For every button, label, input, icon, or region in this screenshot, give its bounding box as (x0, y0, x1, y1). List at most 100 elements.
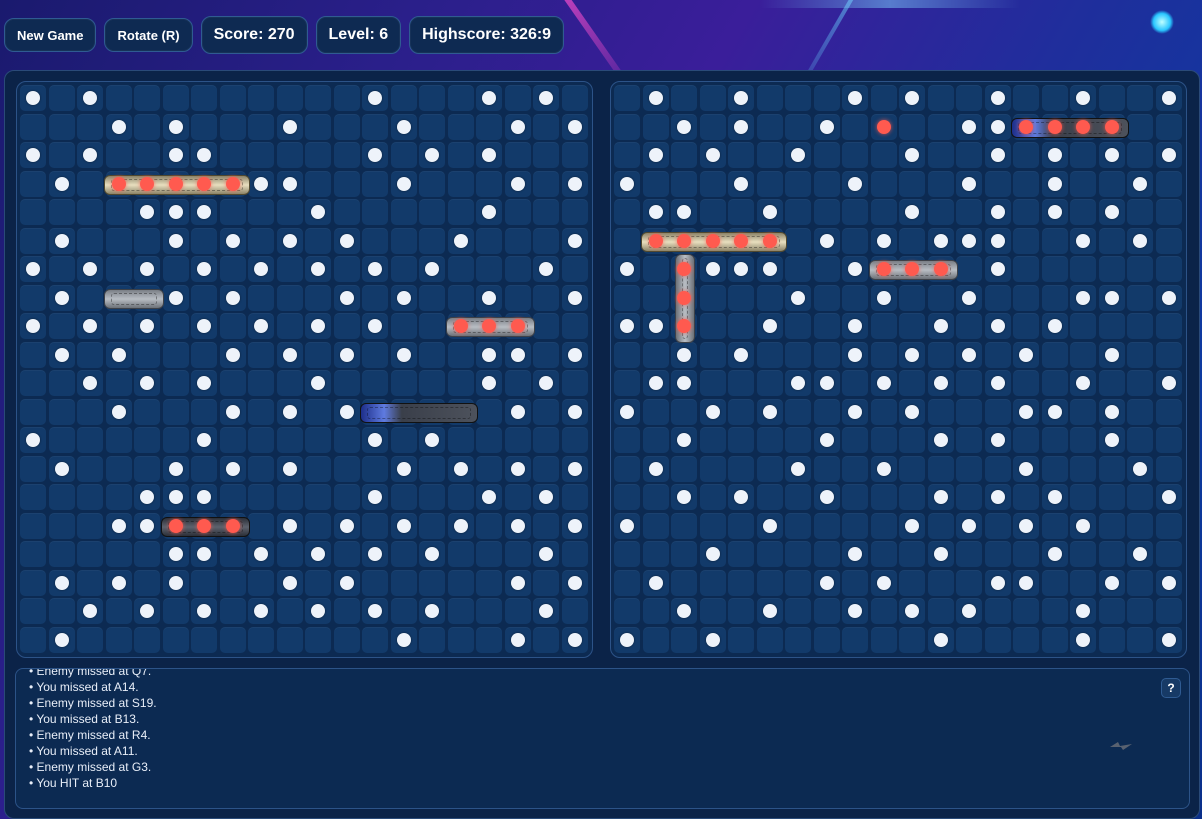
enemy-cell[interactable] (870, 313, 897, 339)
enemy-cell[interactable] (899, 512, 925, 539)
enemy-cell[interactable] (984, 484, 1011, 510)
enemy-cell[interactable] (671, 170, 697, 197)
enemy-cell[interactable] (699, 170, 726, 197)
enemy-cell[interactable] (699, 256, 726, 282)
enemy-cell[interactable] (984, 170, 1011, 197)
enemy-cell[interactable] (842, 199, 868, 225)
enemy-cell[interactable] (927, 398, 954, 425)
enemy-cell[interactable] (614, 370, 640, 396)
enemy-cell[interactable] (927, 455, 954, 482)
enemy-cell[interactable] (1098, 541, 1125, 567)
enemy-cell[interactable] (614, 626, 640, 653)
enemy-cell[interactable] (699, 284, 726, 311)
enemy-cell[interactable] (842, 598, 868, 624)
enemy-cell[interactable] (927, 85, 954, 111)
enemy-cell[interactable] (614, 199, 640, 225)
enemy-cell[interactable] (699, 85, 726, 111)
enemy-cell[interactable] (614, 284, 640, 311)
enemy-cell[interactable] (756, 113, 783, 140)
enemy-cell[interactable] (870, 113, 897, 140)
enemy-cell[interactable] (899, 256, 925, 282)
enemy-cell[interactable] (842, 142, 868, 168)
enemy-cell[interactable] (1041, 541, 1068, 567)
enemy-cell[interactable] (642, 142, 669, 168)
enemy-cell[interactable] (1127, 484, 1153, 510)
enemy-cell[interactable] (1070, 199, 1096, 225)
enemy-cell[interactable] (927, 284, 954, 311)
enemy-cell[interactable] (956, 370, 982, 396)
enemy-cell[interactable] (785, 427, 811, 453)
enemy-cell[interactable] (671, 142, 697, 168)
enemy-cell[interactable] (927, 484, 954, 510)
enemy-cell[interactable] (984, 256, 1011, 282)
enemy-cell[interactable] (956, 569, 982, 596)
enemy-cell[interactable] (1155, 256, 1182, 282)
enemy-cell[interactable] (813, 227, 840, 254)
enemy-cell[interactable] (842, 256, 868, 282)
enemy-cell[interactable] (1041, 113, 1068, 140)
enemy-cell[interactable] (728, 85, 754, 111)
enemy-cell[interactable] (1041, 512, 1068, 539)
enemy-cell[interactable] (642, 341, 669, 368)
enemy-cell[interactable] (984, 512, 1011, 539)
enemy-cell[interactable] (927, 370, 954, 396)
enemy-cell[interactable] (1155, 427, 1182, 453)
enemy-cell[interactable] (642, 370, 669, 396)
enemy-cell[interactable] (642, 626, 669, 653)
enemy-cell[interactable] (813, 484, 840, 510)
enemy-cell[interactable] (699, 398, 726, 425)
enemy-cell[interactable] (1013, 142, 1039, 168)
enemy-cell[interactable] (1127, 341, 1153, 368)
enemy-cell[interactable] (1070, 541, 1096, 567)
enemy-cell[interactable] (813, 85, 840, 111)
enemy-cell[interactable] (614, 341, 640, 368)
enemy-cell[interactable] (813, 569, 840, 596)
enemy-cell[interactable] (671, 341, 697, 368)
enemy-cell[interactable] (671, 313, 697, 339)
enemy-cell[interactable] (728, 284, 754, 311)
enemy-cell[interactable] (699, 512, 726, 539)
enemy-cell[interactable] (614, 484, 640, 510)
enemy-cell[interactable] (785, 626, 811, 653)
enemy-cell[interactable] (728, 227, 754, 254)
enemy-cell[interactable] (984, 113, 1011, 140)
enemy-cell[interactable] (614, 598, 640, 624)
enemy-cell[interactable] (927, 142, 954, 168)
enemy-cell[interactable] (1013, 455, 1039, 482)
enemy-cell[interactable] (1013, 370, 1039, 396)
enemy-cell[interactable] (699, 427, 726, 453)
enemy-cell[interactable] (1127, 199, 1153, 225)
enemy-cell[interactable] (642, 427, 669, 453)
enemy-cell[interactable] (756, 512, 783, 539)
enemy-cell[interactable] (1098, 598, 1125, 624)
enemy-cell[interactable] (1155, 512, 1182, 539)
enemy-cell[interactable] (984, 398, 1011, 425)
enemy-cell[interactable] (642, 598, 669, 624)
enemy-cell[interactable] (1070, 626, 1096, 653)
enemy-cell[interactable] (1013, 199, 1039, 225)
enemy-cell[interactable] (614, 85, 640, 111)
enemy-cell[interactable] (642, 85, 669, 111)
enemy-cell[interactable] (1013, 313, 1039, 339)
enemy-cell[interactable] (956, 541, 982, 567)
enemy-cell[interactable] (642, 227, 669, 254)
enemy-cell[interactable] (1098, 199, 1125, 225)
enemy-cell[interactable] (842, 541, 868, 567)
enemy-cell[interactable] (785, 370, 811, 396)
enemy-cell[interactable] (927, 598, 954, 624)
enemy-cell[interactable] (927, 256, 954, 282)
enemy-cell[interactable] (785, 227, 811, 254)
enemy-cell[interactable] (1155, 313, 1182, 339)
enemy-cell[interactable] (756, 569, 783, 596)
enemy-cell[interactable] (1013, 113, 1039, 140)
enemy-cell[interactable] (642, 199, 669, 225)
enemy-cell[interactable] (1098, 427, 1125, 453)
enemy-cell[interactable] (785, 455, 811, 482)
enemy-cell[interactable] (756, 142, 783, 168)
enemy-cell[interactable] (899, 113, 925, 140)
enemy-cell[interactable] (1155, 626, 1182, 653)
enemy-cell[interactable] (1155, 142, 1182, 168)
enemy-cell[interactable] (1127, 512, 1153, 539)
enemy-cell[interactable] (1155, 370, 1182, 396)
enemy-cell[interactable] (671, 455, 697, 482)
